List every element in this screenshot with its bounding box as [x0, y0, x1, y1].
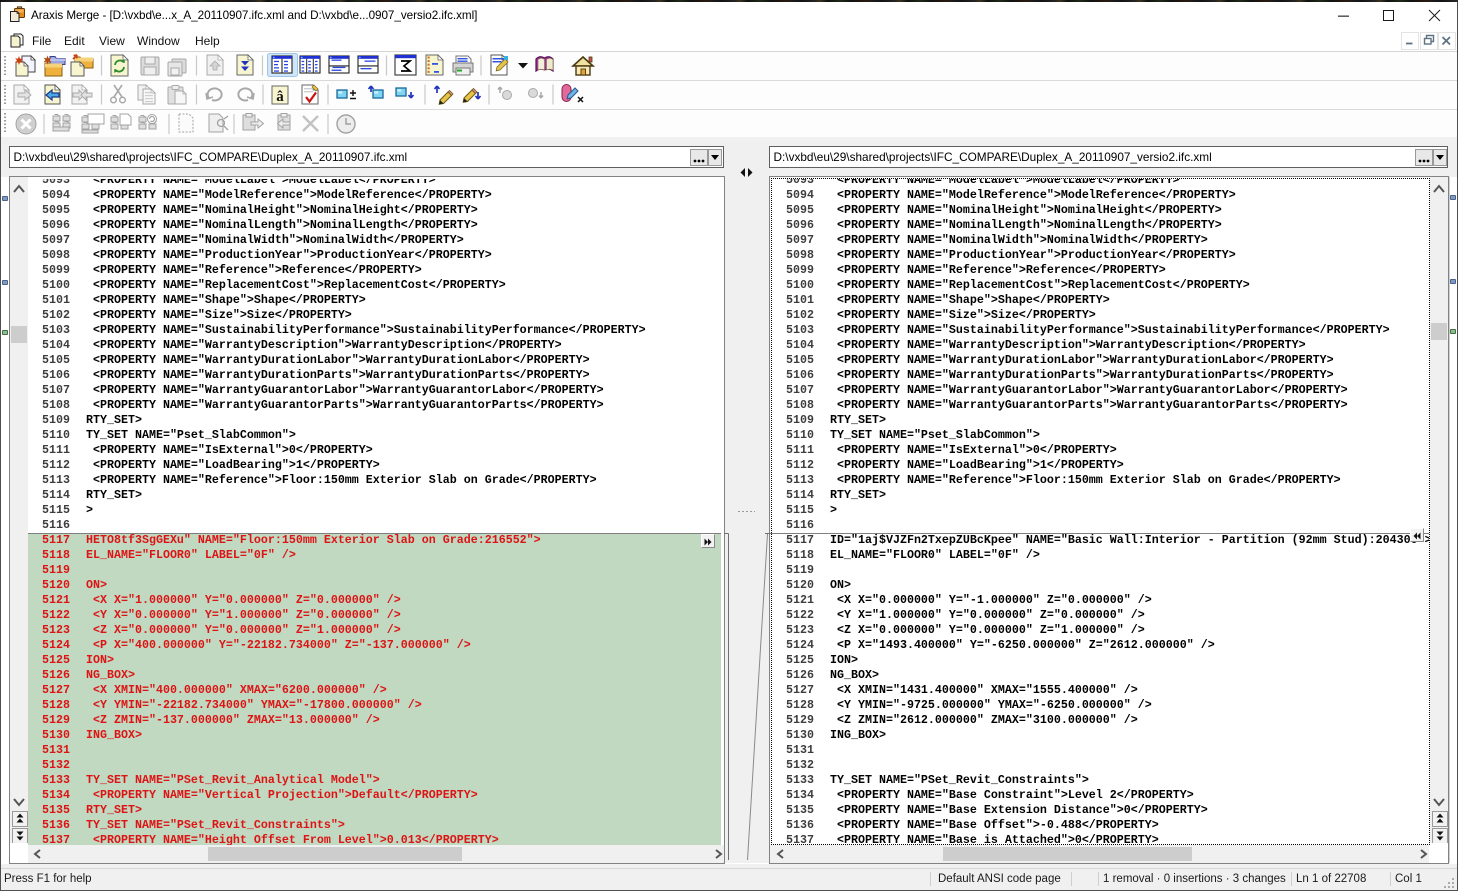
svg-text:â: â [276, 89, 284, 105]
